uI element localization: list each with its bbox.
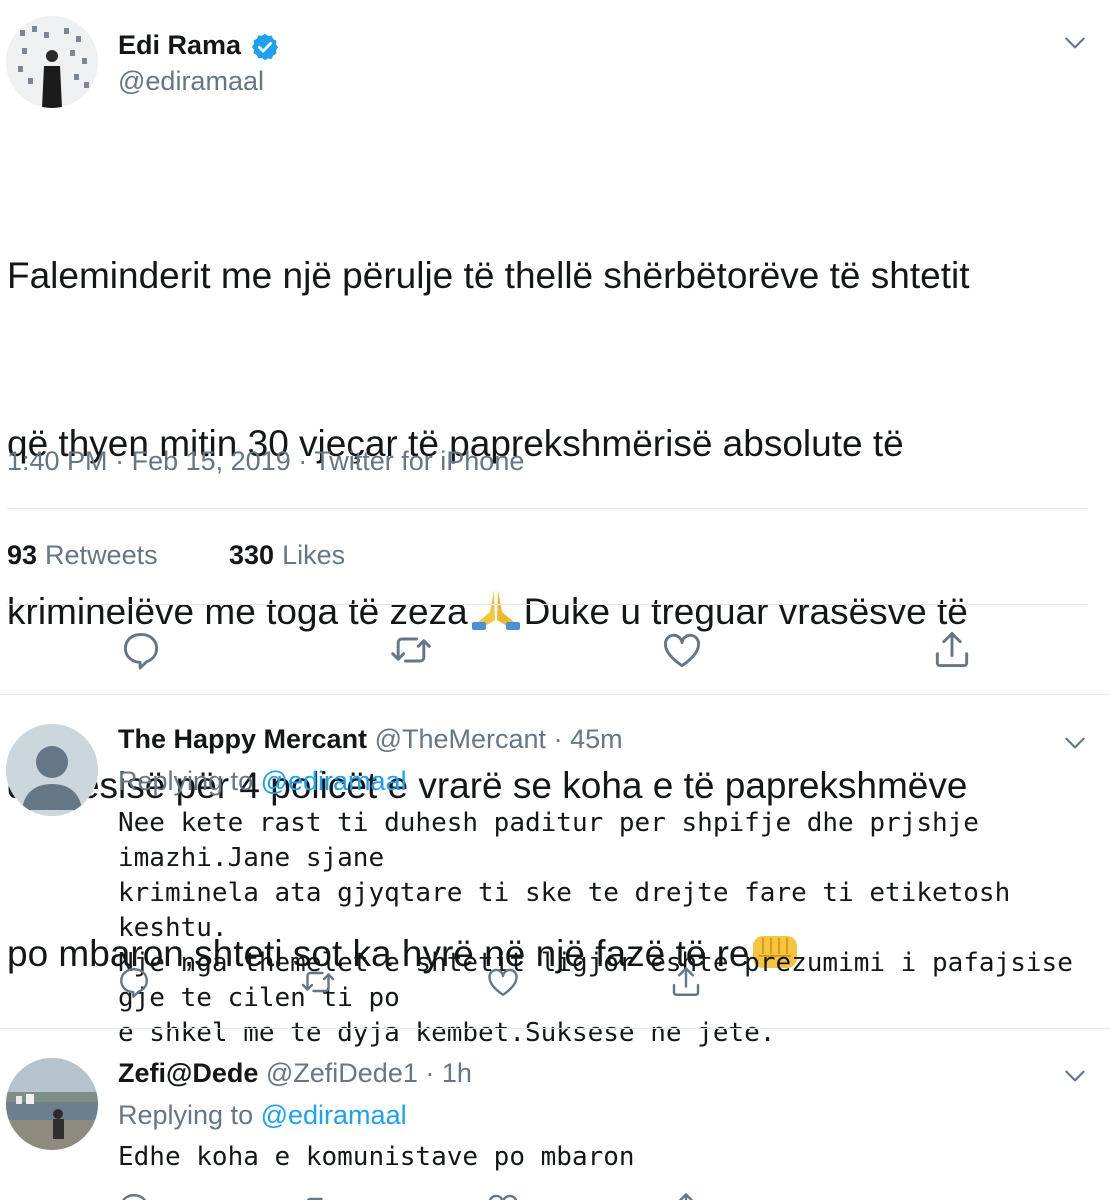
chevron-down-icon[interactable] xyxy=(1062,730,1088,756)
reply-avatar[interactable] xyxy=(6,724,98,816)
verified-badge-icon xyxy=(250,32,280,62)
share-button[interactable] xyxy=(668,1190,704,1200)
retweet-icon xyxy=(391,637,431,663)
retweet-button[interactable] xyxy=(300,964,336,1000)
share-icon xyxy=(678,1192,694,1200)
likes-label: Likes xyxy=(282,540,346,570)
like-button[interactable] xyxy=(660,628,704,672)
reply-icon xyxy=(123,632,159,670)
retweet-button[interactable] xyxy=(389,628,433,672)
tweet-text-segment: Duke u treguar vrasësve të xyxy=(523,591,968,632)
retweet-icon xyxy=(306,1197,323,1200)
default-avatar-icon xyxy=(6,724,98,816)
tweet-text-line: Faleminderit me një përulje të thellë sh… xyxy=(7,255,970,296)
tweet-time[interactable]: 1:40 PM xyxy=(7,446,108,476)
heart-icon xyxy=(664,633,700,668)
divider xyxy=(0,1028,1110,1029)
reply-icon xyxy=(122,1194,146,1200)
likes-count: 330 xyxy=(229,540,275,570)
share-icon xyxy=(672,967,700,996)
retweet-button[interactable] xyxy=(300,1190,336,1200)
reply-author-name[interactable]: The Happy Mercant xyxy=(118,724,367,754)
divider xyxy=(7,508,1088,509)
share-button[interactable] xyxy=(930,628,974,672)
divider xyxy=(7,604,1088,605)
retweets-count: 93 xyxy=(7,540,38,570)
reply-header: The Happy Mercant @TheMercant · 45m xyxy=(118,724,623,755)
like-button[interactable] xyxy=(485,964,521,1000)
meta-separator: · xyxy=(298,446,308,476)
retweets-stat[interactable]: 93 Retweets xyxy=(7,540,158,571)
reply-avatar[interactable] xyxy=(6,1058,98,1150)
divider xyxy=(0,694,1110,695)
reply-text: Edhe koha e komunistave po mbaron xyxy=(118,1142,635,1172)
replying-to: Replying to @ediramaal xyxy=(118,1100,407,1131)
retweets-label: Retweets xyxy=(45,540,158,570)
replying-to: Replying to @ediramaal xyxy=(118,766,407,797)
chevron-down-icon[interactable] xyxy=(1062,1063,1088,1089)
share-button[interactable] xyxy=(668,964,704,1000)
reply-button[interactable] xyxy=(116,964,152,1000)
meta-separator: · xyxy=(553,724,563,754)
avatar-image xyxy=(6,1058,98,1150)
chevron-down-icon[interactable] xyxy=(1062,30,1088,56)
folded-hands-icon xyxy=(468,586,524,646)
replying-prefix: Replying to xyxy=(118,766,254,796)
meta-separator: · xyxy=(425,1058,435,1088)
heart-icon xyxy=(488,1194,518,1200)
tweet-source[interactable]: Twitter for iPhone xyxy=(314,446,524,476)
retweet-icon xyxy=(301,971,335,993)
replying-prefix: Replying to xyxy=(118,1100,254,1130)
replying-to-link[interactable]: @ediramaal xyxy=(261,766,407,796)
reply-time[interactable]: 45m xyxy=(570,724,623,754)
share-icon xyxy=(935,632,969,668)
reply-button[interactable] xyxy=(116,1190,152,1200)
likes-stat[interactable]: 330 Likes xyxy=(229,540,345,571)
meta-separator: · xyxy=(115,446,125,476)
author-avatar[interactable] xyxy=(6,16,98,108)
tweet-meta: 1:40 PM · Feb 15, 2019 · Twitter for iPh… xyxy=(7,446,524,477)
reply-author-name[interactable]: Zefi@Dede xyxy=(118,1058,258,1088)
reply-author-handle[interactable]: @ZefiDede1 xyxy=(266,1058,418,1088)
author-handle[interactable]: @ediramaal xyxy=(118,66,264,97)
reply-header: Zefi@Dede @ZefiDede1 · 1h xyxy=(118,1058,472,1089)
tweet-text-segment: kriminelëve me toga të zeza xyxy=(7,591,468,632)
like-button[interactable] xyxy=(485,1190,521,1200)
author-name[interactable]: Edi Rama xyxy=(118,30,241,61)
reply-text: Nee kete rast ti duhesh paditur per shpi… xyxy=(118,808,1073,1048)
replying-to-link[interactable]: @ediramaal xyxy=(261,1100,407,1130)
heart-icon xyxy=(488,968,518,996)
avatar-image xyxy=(6,16,98,108)
reply-author-handle[interactable]: @TheMercant xyxy=(375,724,546,754)
reply-time[interactable]: 1h xyxy=(442,1058,472,1088)
reply-icon xyxy=(120,968,148,998)
tweet-date[interactable]: Feb 15, 2019 xyxy=(132,446,291,476)
reply-button[interactable] xyxy=(119,628,163,672)
